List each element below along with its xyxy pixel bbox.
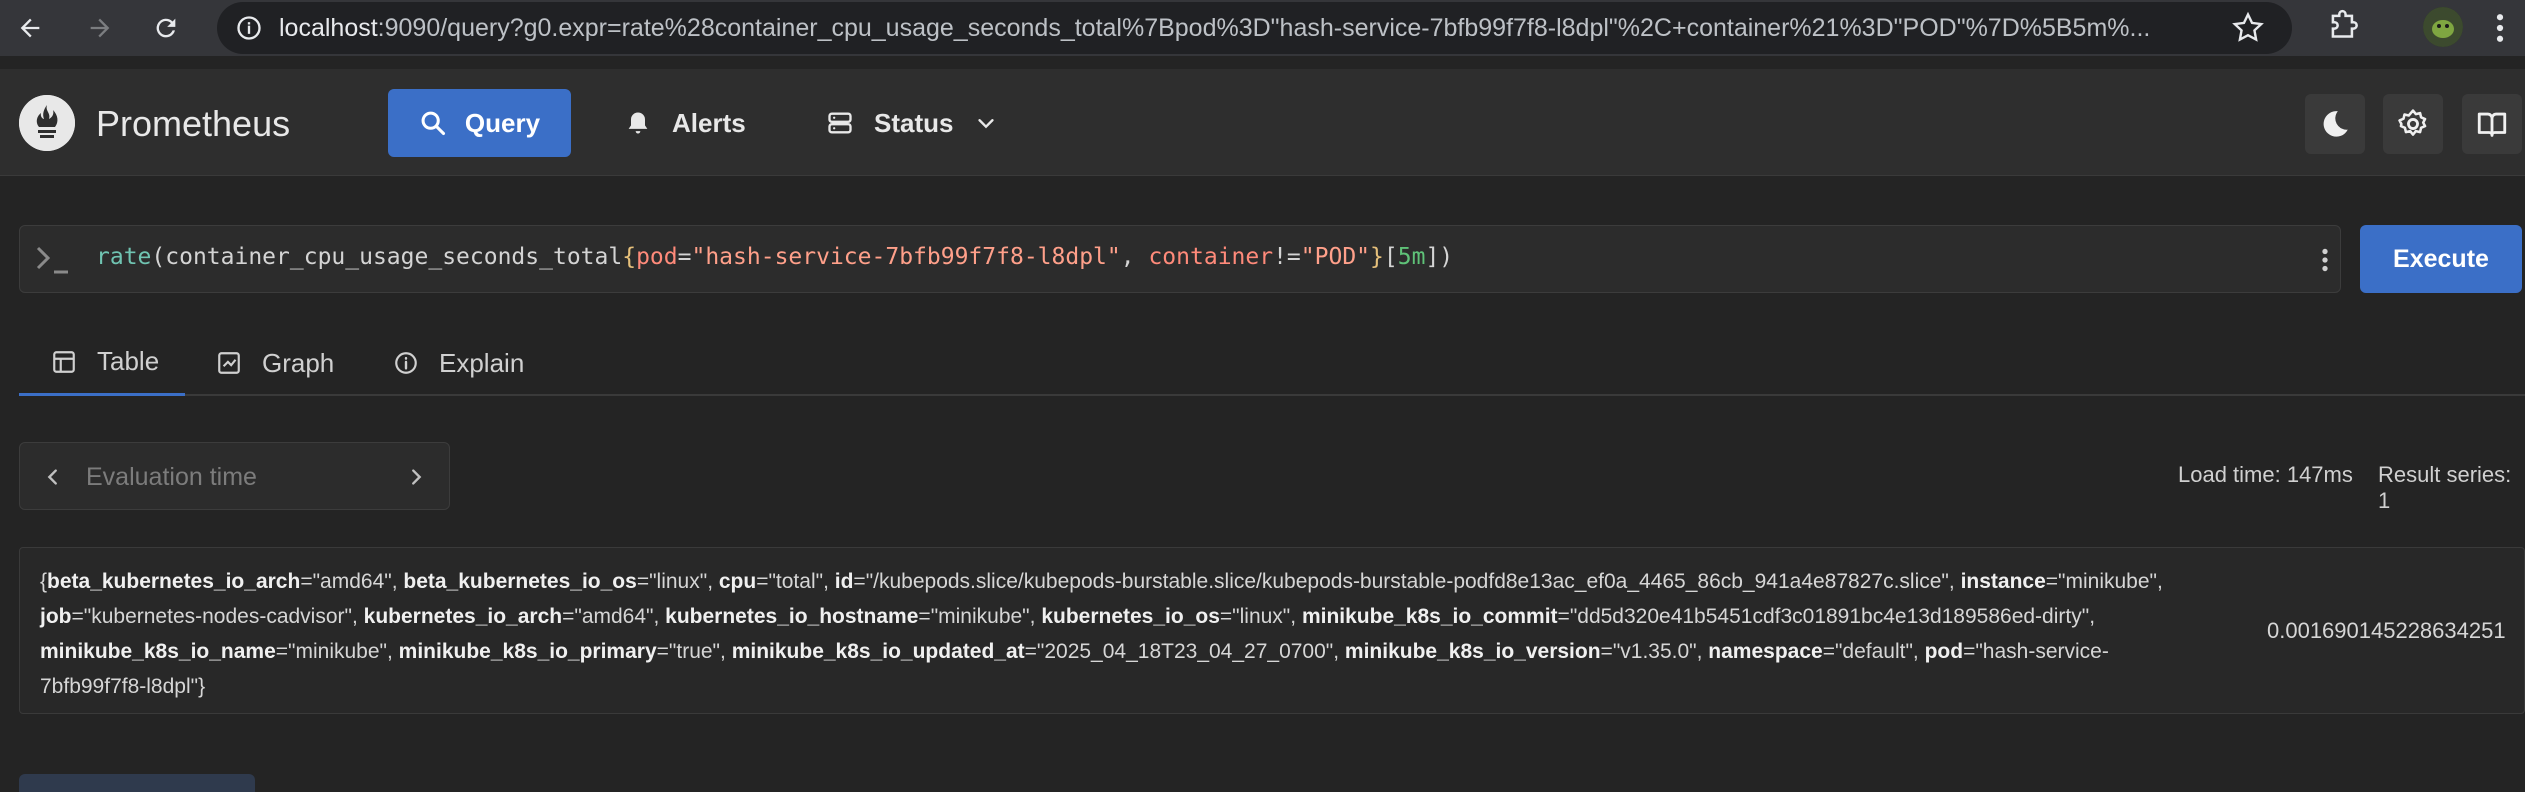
url-path: :9090/query?g0.expr=rate%28container_cpu… xyxy=(377,13,2151,42)
label-key: id xyxy=(834,570,854,593)
label-key: minikube_k8s_io_commit xyxy=(1301,605,1558,628)
table-row: {beta_kubernetes_io_arch="amd64", beta_k… xyxy=(19,547,2525,714)
expression-input[interactable]: rate(container_cpu_usage_seconds_total{p… xyxy=(19,225,2341,293)
label-key: namespace xyxy=(1708,640,1823,663)
execute-button[interactable]: Execute xyxy=(2360,225,2522,293)
label-value: "kubernetes-nodes-cadvisor" xyxy=(83,605,352,628)
query-label-1: pod xyxy=(636,244,678,270)
forward-button[interactable] xyxy=(72,0,128,56)
query-metric: container_cpu_usage_seconds_total xyxy=(165,244,623,270)
label-key: job xyxy=(40,605,72,628)
browser-toolbar: localhost:9090/query?g0.expr=rate%28cont… xyxy=(0,0,2525,56)
back-button[interactable] xyxy=(2,0,58,56)
label-value: "dd5d320e41b5451cdf3c01891bc4e13d189586e… xyxy=(1569,605,2090,628)
chevron-left-icon[interactable] xyxy=(42,465,64,489)
label-value: "minikube" xyxy=(288,640,387,663)
label-value: "amd64" xyxy=(574,605,654,628)
label-value: "true" xyxy=(668,640,721,663)
profile-avatar[interactable] xyxy=(2423,7,2463,47)
url-text[interactable]: localhost:9090/query?g0.expr=rate%28cont… xyxy=(279,14,2199,43)
nav-query-button[interactable]: Query xyxy=(388,89,571,157)
label-value: "linux" xyxy=(649,570,708,593)
label-value: "default" xyxy=(1834,640,1913,663)
tab-table[interactable]: Table xyxy=(19,330,185,396)
nav-status-dropdown[interactable]: Status xyxy=(826,89,997,157)
server-icon xyxy=(828,112,852,134)
label-value: "total" xyxy=(768,570,824,593)
settings-button[interactable] xyxy=(2383,94,2443,154)
label-value: "amd64" xyxy=(312,570,392,593)
label-value: "linux" xyxy=(1232,605,1291,628)
label-value: "minikube" xyxy=(930,605,1030,628)
gear-icon xyxy=(2398,109,2427,136)
label-key: pod xyxy=(1924,640,1964,663)
bell-icon xyxy=(628,112,648,134)
label-key: beta_kubernetes_io_arch xyxy=(47,570,301,593)
nav-alerts-button[interactable]: Alerts xyxy=(624,89,746,157)
tab-table-label: Table xyxy=(97,346,160,376)
tab-explain-label: Explain xyxy=(439,347,525,378)
label-key: kubernetes_io_arch xyxy=(363,605,563,628)
tab-graph[interactable]: Graph xyxy=(216,330,334,396)
query-value-1: "hash-service-7bfb99f7f8-l8dpl" xyxy=(691,244,1121,270)
label-key: beta_kubernetes_io_os xyxy=(403,570,637,593)
book-icon xyxy=(2477,112,2507,137)
expression-menu-icon[interactable] xyxy=(2315,244,2335,276)
site-info-icon[interactable] xyxy=(229,8,269,48)
evaluation-time-placeholder[interactable]: Evaluation time xyxy=(86,463,257,492)
label-value: "minikube" xyxy=(2058,570,2157,593)
arrow-right-icon xyxy=(90,18,110,38)
theme-toggle-button[interactable] xyxy=(2305,94,2365,154)
url-host: localhost xyxy=(279,13,378,42)
label-key: minikube_k8s_io_primary xyxy=(398,640,657,663)
query-value-2: "POD" xyxy=(1300,244,1371,270)
extensions-puzzle-icon[interactable] xyxy=(2325,8,2363,46)
nav-query-label: Query xyxy=(464,107,541,138)
app-header: Prometheus Query Alerts Status xyxy=(0,69,2525,176)
result-series-count: Result series: 1 xyxy=(2378,462,2512,513)
label-value: "/kubepods.slice/kubepods-burstable.slic… xyxy=(865,570,1949,593)
label-key: kubernetes_io_hostname xyxy=(665,605,919,628)
partial-button[interactable] xyxy=(19,774,255,792)
label-key: minikube_k8s_io_updated_at xyxy=(731,640,1025,663)
series-value: 0.001690145228634251 xyxy=(2267,618,2506,643)
reload-button[interactable] xyxy=(138,0,194,56)
load-time: Load time: 147ms xyxy=(2178,462,2353,487)
query-operator-2: != xyxy=(1273,244,1301,270)
nav-status-label: Status xyxy=(874,107,954,138)
info-icon xyxy=(395,352,417,374)
label-key: minikube_k8s_io_name xyxy=(40,640,276,663)
moon-icon xyxy=(2323,111,2348,137)
label-key: cpu xyxy=(718,570,757,593)
graph-icon xyxy=(218,352,240,374)
terminal-prompt-icon xyxy=(36,246,68,274)
label-value: "2025_04_18T23_04_27_0700" xyxy=(1036,640,1334,663)
query-function: rate xyxy=(96,244,152,270)
expression-text[interactable]: rate(container_cpu_usage_seconds_total{p… xyxy=(96,244,1453,270)
chevron-down-icon xyxy=(978,119,995,129)
tab-graph-label: Graph xyxy=(262,347,335,378)
evaluation-time-picker[interactable]: Evaluation time xyxy=(19,442,450,510)
query-label-2: container xyxy=(1148,244,1274,270)
label-key: minikube_k8s_io_version xyxy=(1344,640,1601,663)
tab-explain[interactable]: Explain xyxy=(393,330,524,396)
chevron-right-icon[interactable] xyxy=(405,465,427,489)
result-tabs: Table Graph Explain xyxy=(19,330,2525,396)
search-icon xyxy=(421,111,445,136)
series-labels: {beta_kubernetes_io_arch="amd64", beta_k… xyxy=(40,570,2163,698)
label-value: "v1.35.0" xyxy=(1612,640,1697,663)
reload-icon xyxy=(156,18,176,38)
label-key: instance xyxy=(1960,570,2046,593)
arrow-left-icon xyxy=(20,18,40,38)
nav-alerts-label: Alerts xyxy=(672,107,746,138)
docs-button[interactable] xyxy=(2462,94,2522,154)
table-icon xyxy=(53,350,75,373)
query-duration: 5m xyxy=(1397,244,1426,270)
address-bar[interactable]: localhost:9090/query?g0.expr=rate%28cont… xyxy=(217,2,2292,54)
prometheus-logo-icon xyxy=(19,95,75,151)
bookmark-star-icon[interactable] xyxy=(2230,10,2266,46)
label-key: kubernetes_io_os xyxy=(1041,605,1220,628)
browser-menu-icon[interactable] xyxy=(2490,10,2510,46)
brand-title[interactable]: Prometheus xyxy=(96,103,290,145)
